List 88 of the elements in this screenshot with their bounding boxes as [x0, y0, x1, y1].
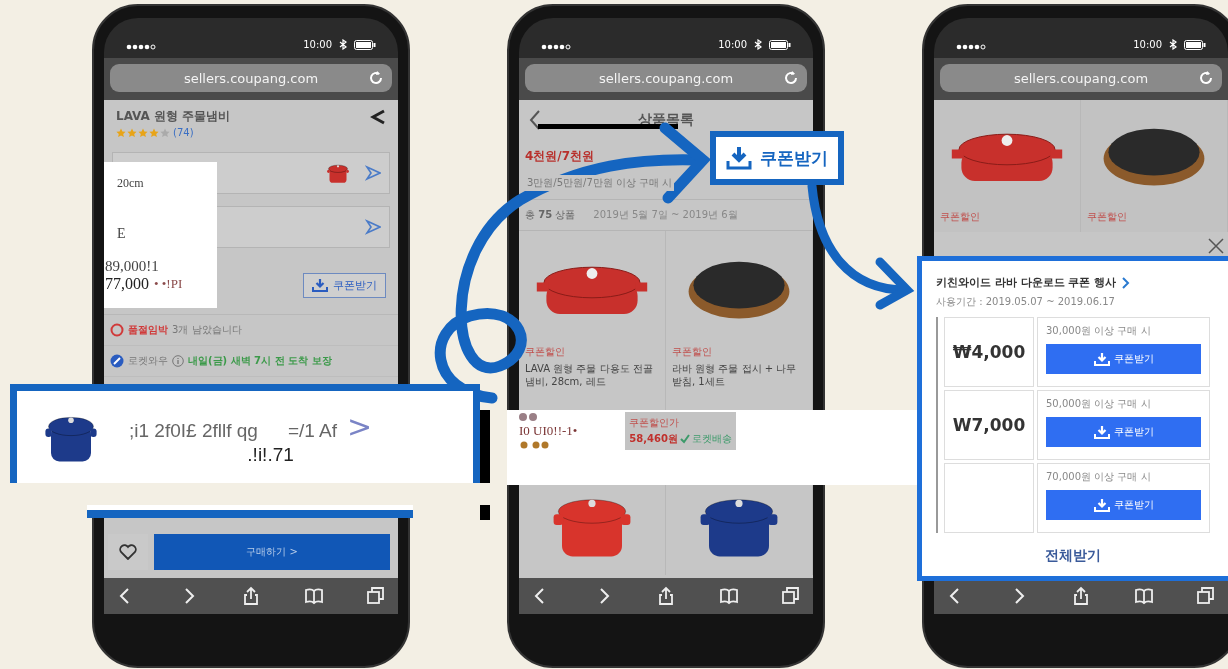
- send-icon: [365, 165, 381, 181]
- star-icon: [138, 127, 148, 138]
- coupon-download-button[interactable]: 쿠폰받기: [710, 131, 844, 185]
- date-range: 2019년 5월 7일 ~ 2019년 6월: [593, 208, 738, 222]
- overlay-text: • •!PI: [154, 276, 183, 292]
- coupon-period: 사용기간 : 2019.05.07 ~ 2019.06.17: [936, 295, 1116, 309]
- info-icon: [172, 355, 184, 367]
- clock-time: 10:00: [718, 39, 747, 50]
- chevron-icon: [1122, 276, 1131, 289]
- price-text: 77,000: [105, 275, 149, 293]
- battery-icon: [1184, 39, 1206, 50]
- reload-icon: [1198, 70, 1214, 86]
- url-text: sellers.coupang.com: [598, 70, 734, 86]
- coupon-download-button[interactable]: 쿠폰받기: [1046, 490, 1201, 520]
- product-name[interactable]: LAVA 원형 주물 다용도 전골냄비, 28cm, 레드: [525, 362, 659, 388]
- check-icon: [679, 434, 690, 444]
- product-name[interactable]: 라바 원형 주물 접시 + 나무받침, 1세트: [672, 362, 806, 388]
- bluetooth-icon: [1169, 39, 1177, 50]
- discount-tag: 쿠폰할인: [940, 210, 1074, 224]
- coupon-condition: 50,000원 이상 구매 시: [1046, 397, 1152, 411]
- stock-label: 품절임박: [128, 323, 168, 337]
- overlay-text: E: [116, 225, 127, 242]
- bluetooth-icon: [339, 39, 347, 50]
- coupon-condition: 70,000원 이상 구매 시: [1046, 470, 1152, 484]
- back-icon[interactable]: [529, 109, 541, 131]
- reload-icon: [368, 70, 384, 86]
- overlay-text: =/1 Af: [287, 419, 337, 442]
- battery-icon: [769, 39, 791, 50]
- coupon-download-button[interactable]: 쿠폰받기: [1046, 417, 1201, 447]
- product-count: 총 75 상품: [525, 208, 576, 222]
- download-icon: [1093, 352, 1110, 366]
- reload-icon: [783, 70, 799, 86]
- star-icon: [116, 127, 126, 138]
- close-icon[interactable]: [1208, 238, 1224, 254]
- overlay-text: 89,000!1: [104, 257, 160, 275]
- coupon-amount: ₩4,000: [952, 342, 1026, 362]
- address-bar[interactable]: sellers.coupang.com: [525, 64, 807, 92]
- download-icon: [726, 146, 752, 170]
- heart-icon: [119, 544, 137, 560]
- clock-time: 10:00: [1133, 39, 1162, 50]
- product-title: LAVA 원형 주물냄비: [116, 108, 231, 125]
- promo-heading: 4천원/7천원: [525, 148, 595, 165]
- url-text: sellers.coupang.com: [1013, 70, 1149, 86]
- buy-button[interactable]: 구매하기 >: [154, 534, 390, 570]
- shipping-label: 로켓배송: [691, 432, 732, 446]
- coupon-download-button[interactable]: 쿠폰받기: [1046, 344, 1201, 374]
- address-bar[interactable]: sellers.coupang.com: [110, 64, 392, 92]
- address-bar[interactable]: sellers.coupang.com: [940, 64, 1222, 92]
- coupon-amount: W7,000: [952, 415, 1026, 435]
- book-icon[interactable]: [303, 586, 324, 606]
- overlay-text: 20cm: [116, 175, 145, 191]
- download-icon: [312, 278, 328, 292]
- tabs-icon[interactable]: [1196, 586, 1216, 606]
- book-icon[interactable]: [1133, 586, 1154, 606]
- star-icon: [149, 127, 159, 138]
- star-icon: [127, 127, 137, 138]
- delivery-text: 내일(금) 새벽 7시 전 도착 보장: [188, 354, 332, 368]
- download-icon: [1093, 425, 1110, 439]
- battery-icon: [354, 39, 376, 50]
- signal-icon: [956, 44, 986, 50]
- clock-time: 10:00: [303, 39, 332, 50]
- bluetooth-icon: [754, 39, 762, 50]
- star-icon: [160, 127, 170, 138]
- chevron-text[interactable]: >: [347, 408, 373, 444]
- delivery-label: 로켓와우: [128, 354, 168, 368]
- sale-price: 58,460원: [629, 432, 678, 446]
- coupon-download-button[interactable]: 쿠폰받기: [303, 272, 386, 298]
- discount-tag: 쿠폰할인: [672, 345, 806, 359]
- discount-tag: 쿠폰할인: [525, 345, 659, 359]
- signal-icon: [126, 44, 156, 50]
- url-text: sellers.coupang.com: [183, 70, 319, 86]
- download-all-button[interactable]: 전체받기: [1039, 546, 1107, 566]
- coupon-condition: 30,000원 이상 구매 시: [1046, 324, 1152, 338]
- overlay-text: .!i!.71: [247, 443, 294, 466]
- tabs-icon[interactable]: [781, 586, 801, 606]
- tabs-icon[interactable]: [366, 586, 386, 606]
- coupon-event-title[interactable]: 키친와이드 라바 다운로드 쿠폰 행사: [936, 275, 1117, 290]
- overlay-text: I0 UI0!!-1•: [519, 423, 578, 439]
- overlay-text: ;i1 2f0I£ 2fllf qg: [129, 419, 258, 442]
- promo-condition: 3만원/5만원/7만원 이상 구매 시: [525, 175, 675, 191]
- discount-tag: 쿠폰할인: [1087, 210, 1221, 224]
- sale-label: 쿠폰할인가: [629, 416, 681, 430]
- signal-icon: [541, 44, 571, 50]
- send-icon: [365, 219, 381, 235]
- review-count[interactable]: (74): [173, 127, 194, 138]
- download-icon: [1093, 498, 1110, 512]
- stock-text: 3개 남았습니다: [172, 323, 242, 337]
- book-icon[interactable]: [718, 586, 739, 606]
